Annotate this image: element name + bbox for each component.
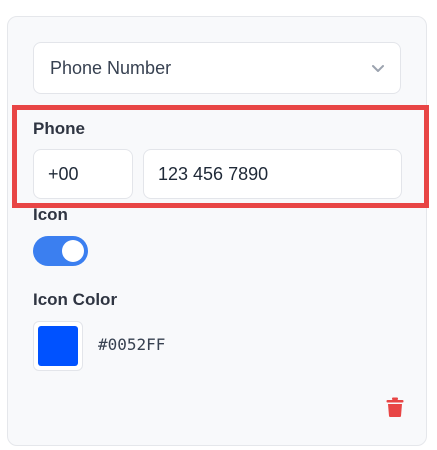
icon-color-swatch[interactable]: [33, 321, 83, 371]
toggle-knob: [62, 240, 84, 262]
trash-icon[interactable]: [386, 397, 404, 417]
phone-number-input[interactable]: 123 456 7890: [143, 149, 402, 199]
country-code-input[interactable]: +00: [33, 149, 133, 199]
icon-label: Icon: [33, 205, 68, 224]
icon-color-hex-value: #0052FF: [98, 335, 166, 354]
icon-toggle[interactable]: [33, 236, 88, 266]
phone-number-value: 123 456 7890: [158, 163, 269, 184]
chevron-down-icon: [372, 65, 384, 72]
country-code-value: +00: [48, 163, 79, 184]
field-type-select[interactable]: Phone Number: [33, 42, 401, 94]
phone-label: Phone: [33, 119, 85, 138]
field-type-selected-value: Phone Number: [50, 57, 172, 78]
color-swatch-fill: [38, 326, 78, 366]
icon-color-label: Icon Color: [33, 290, 118, 309]
